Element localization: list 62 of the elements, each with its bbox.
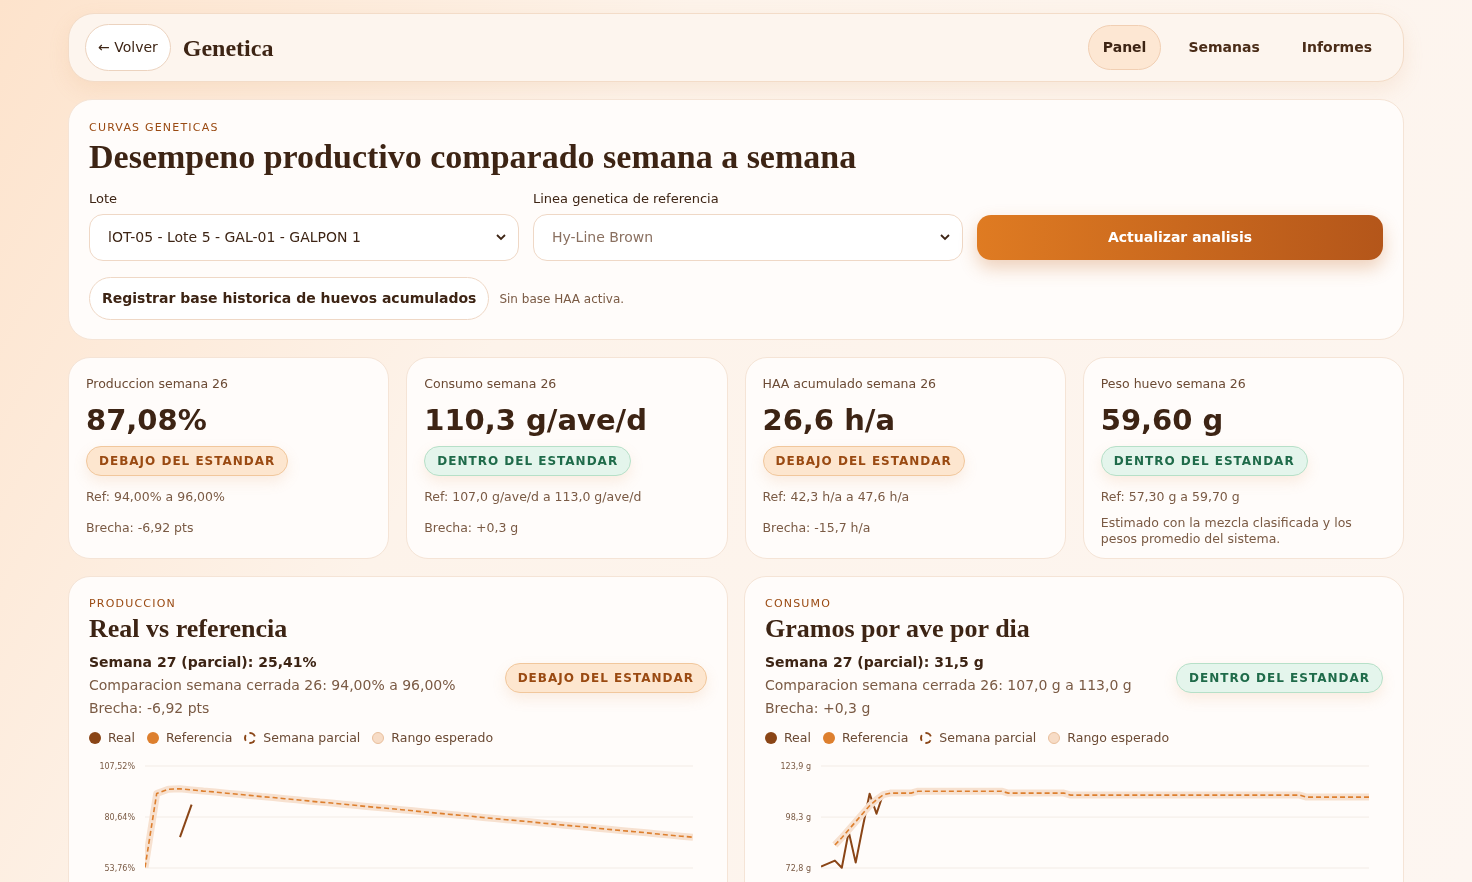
status-badge: DENTRO DEL ESTANDAR bbox=[1176, 662, 1383, 693]
section-kicker: CURVAS GENETICAS bbox=[89, 120, 220, 136]
kpi-label: HAA acumulado semana 26 bbox=[762, 375, 938, 393]
axis-tick-label: 123,9 g bbox=[780, 762, 811, 772]
status-badge: DEBAJO DEL ESTANDAR bbox=[762, 445, 965, 476]
kpi-detail: Brecha: -6,92 pts bbox=[86, 518, 195, 537]
axis-tick-label: 53,76% bbox=[104, 864, 135, 874]
partial-week-value: Semana 27 (parcial): 25,41% bbox=[89, 652, 318, 672]
kpi-detail: Ref: 107,0 g/ave/d a 113,0 g/ave/d bbox=[424, 487, 643, 506]
kpi-detail: Ref: 57,30 g a 59,70 g bbox=[1100, 487, 1241, 506]
field-label: Linea genetica de referencia bbox=[533, 189, 720, 208]
back-button[interactable]: ← Volver bbox=[85, 24, 171, 71]
kpi-detail: Ref: 94,00% a 96,00% bbox=[86, 487, 226, 506]
axis-tick-label: 107,52% bbox=[99, 762, 135, 772]
nav-tab[interactable]: Informes bbox=[1286, 25, 1387, 70]
axis-tick-label: 98,3 g bbox=[785, 813, 811, 823]
legend-label: Rango esperado bbox=[1067, 728, 1170, 747]
legend-label: Semana parcial bbox=[263, 728, 361, 747]
kpi-value: 26,6 h/a bbox=[762, 401, 896, 439]
kpi-label: Peso huevo semana 26 bbox=[1100, 375, 1247, 393]
register-button[interactable]: Registrar base historica de huevos acumulados bbox=[89, 277, 490, 320]
comparison-text: Comparacion semana cerrada 26: 94,00% a 96,00% bbox=[89, 675, 457, 695]
section-title: Desempeno productivo comparado semana a semana bbox=[89, 136, 858, 177]
update-button[interactable]: Actualizar analisis bbox=[977, 215, 1383, 260]
status-note: Sin base HAA activa. bbox=[499, 290, 625, 308]
legend-label: Referencia bbox=[841, 728, 909, 747]
legend-label: Semana parcial bbox=[939, 728, 1037, 747]
select-field[interactable]: lOT-05 - Lote 5 - GAL-01 - GALPON 1 bbox=[89, 214, 519, 261]
kpi-value: 59,60 g bbox=[1100, 401, 1225, 439]
axis-tick-label: 72,8 g bbox=[785, 864, 811, 874]
nav-tab[interactable]: Semanas bbox=[1173, 25, 1275, 70]
kpi-note: Estimado con la mezcla clasificada y los pesos promedio del sistema. bbox=[1100, 514, 1353, 547]
section-kicker: PRODUCCION bbox=[89, 596, 177, 612]
kpi-value: 110,3 g/ave/d bbox=[424, 401, 648, 439]
status-badge: DENTRO DEL ESTANDAR bbox=[424, 445, 632, 476]
chart-title: Real vs referencia bbox=[89, 612, 289, 645]
chart-title: Gramos por ave por dia bbox=[765, 612, 1031, 645]
status-badge: DEBAJO DEL ESTANDAR bbox=[504, 662, 707, 693]
page-title: Genetica bbox=[182, 33, 274, 63]
gap-text: Brecha: +0,3 g bbox=[765, 698, 872, 718]
kpi-label: Consumo semana 26 bbox=[424, 375, 558, 393]
legend-label: Real bbox=[108, 728, 135, 747]
gap-text: Brecha: -6,92 pts bbox=[89, 698, 211, 718]
kpi-label: Produccion semana 26 bbox=[86, 375, 229, 393]
chevron-down-icon bbox=[496, 234, 506, 241]
kpi-value: 87,08% bbox=[86, 401, 208, 439]
kpi-detail: Brecha: +0,3 g bbox=[424, 518, 520, 537]
chevron-down-icon bbox=[940, 234, 950, 241]
axis-tick-label: 80,64% bbox=[104, 813, 135, 823]
kpi-detail: Brecha: -15,7 h/a bbox=[762, 518, 872, 537]
status-badge: DENTRO DEL ESTANDAR bbox=[1100, 445, 1308, 476]
legend-label: Rango esperado bbox=[391, 728, 494, 747]
comparison-text: Comparacion semana cerrada 26: 107,0 g a 113,0 g bbox=[765, 675, 1133, 695]
partial-week-value: Semana 27 (parcial): 31,5 g bbox=[765, 652, 985, 672]
legend-label: Real bbox=[784, 728, 811, 747]
field-label: Lote bbox=[89, 189, 119, 208]
kpi-detail: Ref: 42,3 h/a a 47,6 h/a bbox=[762, 487, 911, 506]
select-field[interactable]: Hy-Line Brown bbox=[533, 214, 963, 261]
status-badge: DEBAJO DEL ESTANDAR bbox=[86, 445, 289, 476]
section-kicker: CONSUMO bbox=[765, 596, 833, 612]
legend-label: Referencia bbox=[165, 728, 233, 747]
nav-tab[interactable]: Panel bbox=[1087, 25, 1162, 70]
